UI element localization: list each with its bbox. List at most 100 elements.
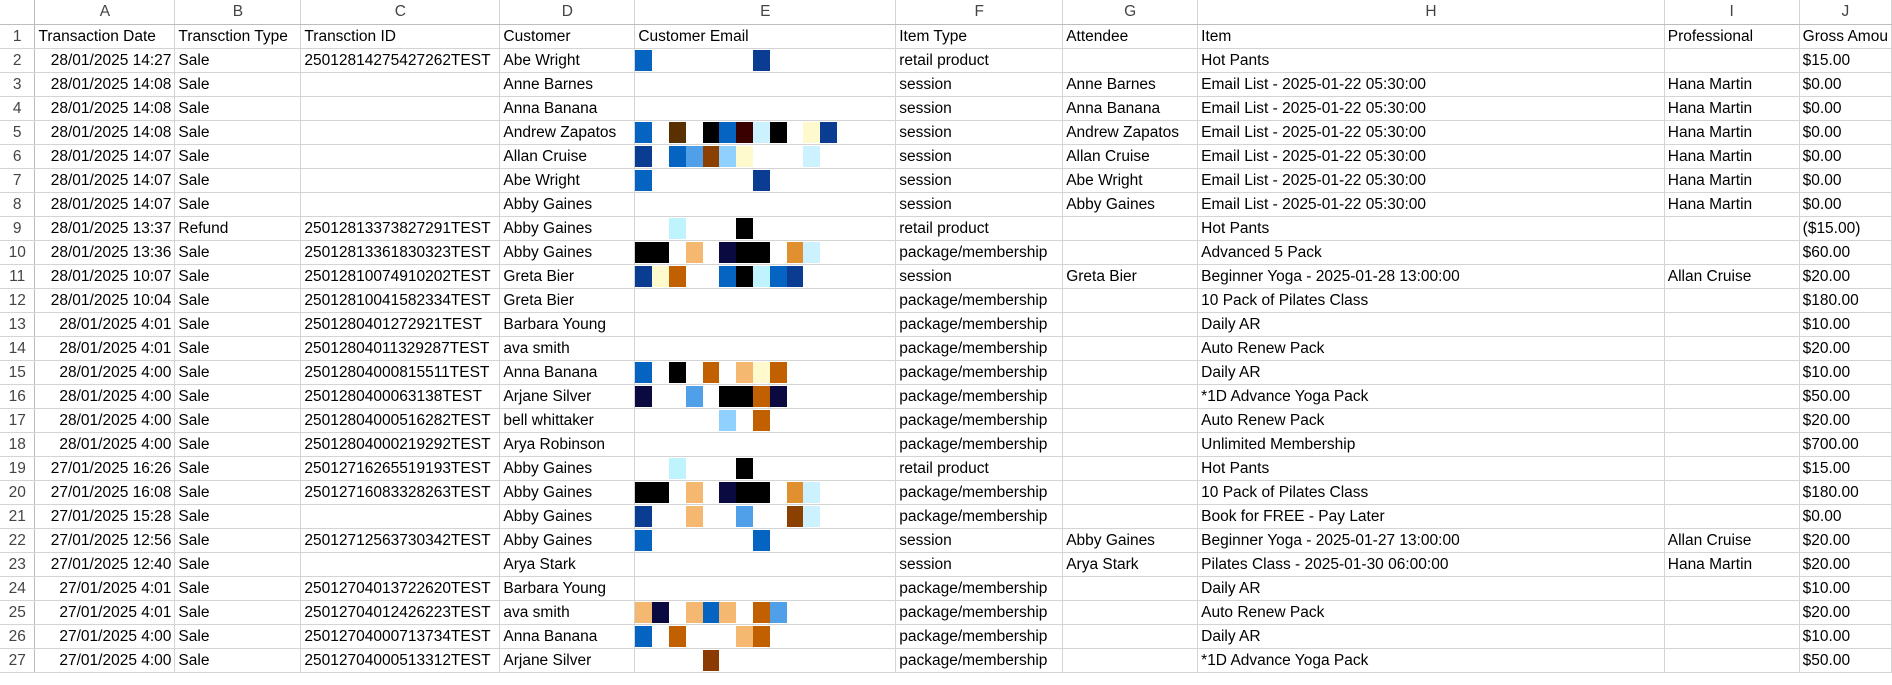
cell-transaction-date[interactable]: 28/01/2025 13:36 [34, 240, 176, 265]
cell-customer-email-redacted[interactable] [634, 72, 897, 97]
cell-transaction-type[interactable]: Sale [174, 528, 302, 553]
cell-transaction-type[interactable]: Sale [174, 120, 302, 145]
cell-attendee[interactable] [1062, 408, 1199, 433]
cell-transaction-id[interactable]: 25012804000815511TEST [300, 360, 501, 385]
cell-customer-email-redacted[interactable] [634, 120, 897, 145]
cell-item[interactable]: Unlimited Membership [1197, 432, 1665, 457]
cell-customer-email-redacted[interactable] [634, 336, 897, 361]
cell-item-type[interactable]: session [895, 528, 1064, 553]
row-number[interactable]: 1 [0, 24, 36, 49]
header-cell-transaction-id[interactable]: Transction ID [300, 24, 501, 49]
row-number[interactable]: 7 [0, 168, 36, 193]
cell-transaction-type[interactable]: Sale [174, 432, 302, 457]
cell-item[interactable]: Book for FREE - Pay Later [1197, 504, 1665, 529]
cell-transaction-date[interactable]: 28/01/2025 4:00 [34, 408, 176, 433]
cell-customer-email-redacted[interactable] [634, 576, 897, 601]
cell-professional[interactable] [1664, 288, 1800, 313]
row-number[interactable]: 9 [0, 216, 36, 241]
cell-transaction-type[interactable]: Sale [174, 600, 302, 625]
cell-customer[interactable]: Arjane Silver [499, 384, 636, 409]
cell-gross-amount[interactable]: $10.00 [1799, 576, 1892, 601]
cell-transaction-id[interactable]: 25012804000516282TEST [300, 408, 501, 433]
cell-transaction-id[interactable]: 25012704013722620TEST [300, 576, 501, 601]
cell-transaction-id[interactable]: 25012716083328263TEST [300, 480, 501, 505]
cell-transaction-id[interactable]: 25012716265519193TEST [300, 456, 501, 481]
cell-transaction-date[interactable]: 28/01/2025 14:07 [34, 192, 176, 217]
cell-transaction-date[interactable]: 28/01/2025 4:01 [34, 312, 176, 337]
cell-transaction-date[interactable]: 27/01/2025 16:08 [34, 480, 176, 505]
cell-customer-email-redacted[interactable] [634, 408, 897, 433]
cell-transaction-type[interactable]: Sale [174, 624, 302, 649]
cell-customer[interactable]: Abby Gaines [499, 504, 636, 529]
cell-customer[interactable]: Allan Cruise [499, 144, 636, 169]
cell-professional[interactable] [1664, 600, 1800, 625]
cell-item-type[interactable]: session [895, 144, 1064, 169]
cell-attendee[interactable]: Greta Bier [1062, 264, 1199, 289]
cell-customer-email-redacted[interactable] [634, 264, 897, 289]
cell-gross-amount[interactable]: $0.00 [1799, 96, 1892, 121]
row-number[interactable]: 13 [0, 312, 36, 337]
cell-professional[interactable] [1664, 504, 1800, 529]
cell-item-type[interactable]: package/membership [895, 312, 1064, 337]
cell-transaction-date[interactable]: 27/01/2025 4:00 [34, 624, 176, 649]
cell-attendee[interactable] [1062, 648, 1199, 673]
cell-transaction-id[interactable] [300, 120, 501, 145]
cell-customer[interactable]: Abe Wright [499, 168, 636, 193]
cell-customer-email-redacted[interactable] [634, 144, 897, 169]
cell-transaction-date[interactable]: 27/01/2025 4:01 [34, 576, 176, 601]
cell-transaction-type[interactable]: Sale [174, 480, 302, 505]
column-header-h[interactable]: H [1197, 0, 1665, 25]
cell-transaction-type[interactable]: Sale [174, 408, 302, 433]
cell-customer-email-redacted[interactable] [634, 456, 897, 481]
cell-gross-amount[interactable]: $20.00 [1799, 552, 1892, 577]
row-number[interactable]: 20 [0, 480, 36, 505]
cell-gross-amount[interactable]: $50.00 [1799, 648, 1892, 673]
cell-customer[interactable]: bell whittaker [499, 408, 636, 433]
cell-item-type[interactable]: package/membership [895, 336, 1064, 361]
cell-gross-amount[interactable]: $15.00 [1799, 456, 1892, 481]
row-number[interactable]: 24 [0, 576, 36, 601]
column-header-c[interactable]: C [300, 0, 501, 25]
cell-attendee[interactable] [1062, 456, 1199, 481]
header-cell-customer-email[interactable]: Customer Email [634, 24, 897, 49]
row-number[interactable]: 3 [0, 72, 36, 97]
cell-transaction-date[interactable]: 28/01/2025 4:01 [34, 336, 176, 361]
cell-transaction-date[interactable]: 27/01/2025 4:00 [34, 648, 176, 673]
row-number[interactable]: 10 [0, 240, 36, 265]
row-number[interactable]: 18 [0, 432, 36, 457]
cell-professional[interactable]: Hana Martin [1664, 192, 1800, 217]
column-header-i[interactable]: I [1664, 0, 1800, 25]
cell-gross-amount[interactable]: $50.00 [1799, 384, 1892, 409]
cell-item-type[interactable]: package/membership [895, 384, 1064, 409]
row-number[interactable]: 14 [0, 336, 36, 361]
cell-item[interactable]: Email List - 2025-01-22 05:30:00 [1197, 72, 1665, 97]
cell-transaction-date[interactable]: 28/01/2025 10:07 [34, 264, 176, 289]
cell-customer[interactable]: Abe Wright [499, 48, 636, 73]
cell-transaction-date[interactable]: 28/01/2025 10:04 [34, 288, 176, 313]
cell-customer[interactable]: Greta Bier [499, 288, 636, 313]
cell-item-type[interactable]: session [895, 72, 1064, 97]
cell-transaction-date[interactable]: 28/01/2025 14:08 [34, 96, 176, 121]
header-cell-transaction-type[interactable]: Transction Type [174, 24, 302, 49]
cell-item-type[interactable]: retail product [895, 48, 1064, 73]
cell-transaction-id[interactable]: 2501280400063138TEST [300, 384, 501, 409]
cell-attendee[interactable] [1062, 504, 1199, 529]
cell-item[interactable]: Daily AR [1197, 576, 1665, 601]
cell-transaction-id[interactable] [300, 168, 501, 193]
cell-item[interactable]: Email List - 2025-01-22 05:30:00 [1197, 144, 1665, 169]
row-number[interactable]: 23 [0, 552, 36, 577]
cell-attendee[interactable]: Abby Gaines [1062, 192, 1199, 217]
cell-item-type[interactable]: package/membership [895, 360, 1064, 385]
cell-item[interactable]: *1D Advance Yoga Pack [1197, 384, 1665, 409]
cell-transaction-type[interactable]: Sale [174, 360, 302, 385]
cell-item[interactable]: 10 Pack of Pilates Class [1197, 480, 1665, 505]
cell-gross-amount[interactable]: $10.00 [1799, 360, 1892, 385]
cell-transaction-type[interactable]: Sale [174, 504, 302, 529]
cell-transaction-date[interactable]: 28/01/2025 14:08 [34, 72, 176, 97]
cell-customer[interactable]: ava smith [499, 336, 636, 361]
cell-professional[interactable] [1664, 360, 1800, 385]
cell-transaction-type[interactable]: Sale [174, 144, 302, 169]
column-header-j[interactable]: J [1799, 0, 1892, 25]
cell-customer-email-redacted[interactable] [634, 288, 897, 313]
cell-transaction-date[interactable]: 28/01/2025 14:27 [34, 48, 176, 73]
